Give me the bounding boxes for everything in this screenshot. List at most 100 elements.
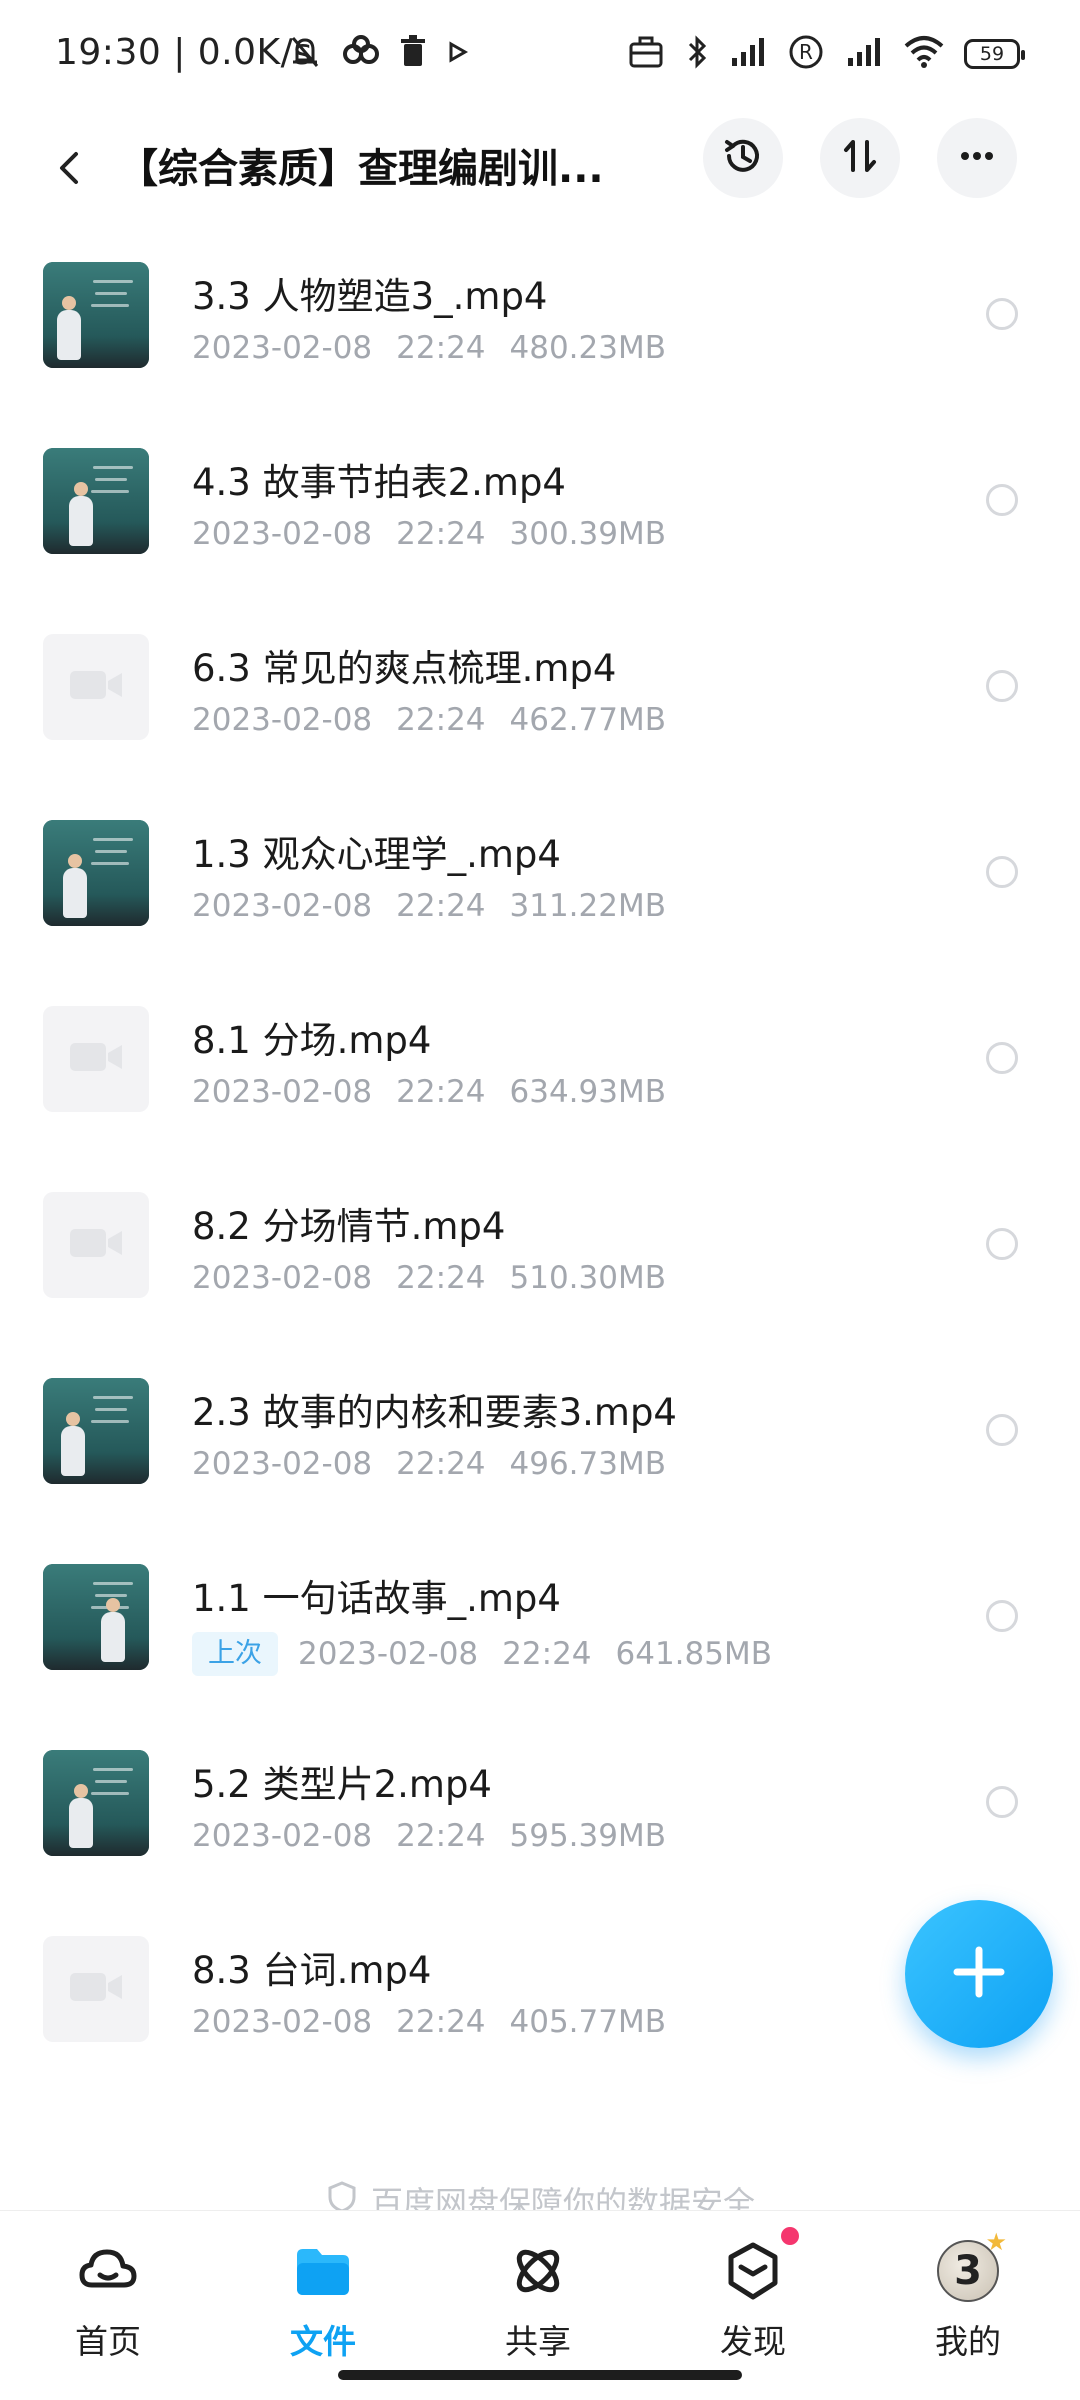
- more-icon: [955, 134, 999, 182]
- file-row[interactable]: 8.1 分场.mp4 2023-02-08 22:24 634.93MB: [0, 990, 1080, 1176]
- file-time: 22:24: [396, 516, 486, 552]
- history-icon: [719, 132, 767, 184]
- file-size: 300.39MB: [509, 516, 666, 552]
- nav-item-discover[interactable]: 发现: [673, 2227, 833, 2369]
- file-time: 22:24: [396, 2004, 486, 2040]
- file-size: 496.73MB: [509, 1446, 666, 1482]
- file-date: 2023-02-08: [192, 2004, 373, 2040]
- nav-item-me[interactable]: 3 ★ 我的: [888, 2228, 1048, 2369]
- select-radio[interactable]: [986, 1600, 1018, 1632]
- file-size: 405.77MB: [509, 2004, 666, 2040]
- video-camera-icon: [68, 1037, 124, 1081]
- history-button[interactable]: [703, 118, 783, 198]
- file-name: 8.2 分场情节.mp4: [192, 1205, 506, 1248]
- file-time: 22:24: [396, 702, 486, 738]
- file-date: 2023-02-08: [192, 1074, 373, 1110]
- more-button[interactable]: [937, 118, 1017, 198]
- file-size: 462.77MB: [509, 702, 666, 738]
- video-thumbnail: [43, 1564, 149, 1670]
- file-row[interactable]: 5.2 类型片2.mp4 2023-02-08 22:24 595.39MB: [0, 1734, 1080, 1920]
- file-size: 634.93MB: [509, 1074, 666, 1110]
- status-time: 19:30 | 0.0K/s: [55, 32, 313, 73]
- avatar: 3 ★: [937, 2228, 1007, 2302]
- video-camera-icon: [68, 665, 124, 709]
- file-time: 22:24: [396, 1074, 486, 1110]
- cube-icon: [721, 2227, 799, 2303]
- star-icon: ★: [985, 2228, 1007, 2256]
- wifi-icon: [902, 32, 946, 76]
- folder-icon: [291, 2239, 355, 2303]
- file-name: 8.1 分场.mp4: [192, 1019, 432, 1062]
- file-row[interactable]: 1.3 观众心理学_.mp4 2023-02-08 22:24 311.22MB: [0, 804, 1080, 990]
- add-button[interactable]: [905, 1900, 1053, 2048]
- file-row[interactable]: 3.3 人物塑造3_.mp4 2023-02-08 22:24 480.23MB: [0, 246, 1080, 432]
- nav-item-files[interactable]: 文件: [243, 2239, 403, 2369]
- file-size: 480.23MB: [509, 330, 666, 366]
- select-radio[interactable]: [986, 1042, 1018, 1074]
- battery-indicator: 59: [964, 39, 1025, 69]
- file-row[interactable]: 6.3 常见的爽点梳理.mp4 2023-02-08 22:24 462.77M…: [0, 618, 1080, 804]
- file-meta: 上次 2023-02-08 22:24 641.85MB: [192, 1632, 796, 1676]
- atom-icon: [506, 2239, 570, 2303]
- select-radio[interactable]: [986, 856, 1018, 888]
- page-title: 【综合素质】查理编剧训...: [118, 146, 604, 192]
- select-radio[interactable]: [986, 670, 1018, 702]
- select-radio[interactable]: [986, 1786, 1018, 1818]
- file-date: 2023-02-08: [192, 888, 373, 924]
- back-button[interactable]: [40, 140, 100, 200]
- file-date: 2023-02-08: [192, 516, 373, 552]
- bluetooth-icon: [684, 32, 710, 76]
- file-name: 6.3 常见的爽点梳理.mp4: [192, 647, 617, 690]
- home-indicator[interactable]: [338, 2370, 742, 2380]
- trash-icon: [397, 32, 429, 76]
- file-time: 22:24: [396, 1260, 486, 1296]
- file-date: 2023-02-08: [298, 1636, 479, 1672]
- file-time: 22:24: [396, 1446, 486, 1482]
- video-camera-icon: [68, 1223, 124, 1267]
- chevron-left-icon: [50, 148, 90, 192]
- file-name: 5.2 类型片2.mp4: [192, 1763, 492, 1806]
- sort-button[interactable]: [820, 118, 900, 198]
- file-meta: 2023-02-08 22:24 405.77MB: [192, 2004, 690, 2040]
- select-radio[interactable]: [986, 484, 1018, 516]
- nav-label: 文件: [290, 2322, 356, 2361]
- video-thumbnail: [43, 1192, 149, 1298]
- file-row[interactable]: 2.3 故事的内核和要素3.mp4 2023-02-08 22:24 496.7…: [0, 1362, 1080, 1548]
- nav-item-home[interactable]: 首页: [28, 2239, 188, 2369]
- nav-label: 发现: [720, 2322, 786, 2361]
- registered-icon: R: [786, 32, 826, 76]
- select-radio[interactable]: [986, 298, 1018, 330]
- file-date: 2023-02-08: [192, 1260, 373, 1296]
- file-time: 22:24: [396, 888, 486, 924]
- file-time: 22:24: [502, 1636, 592, 1672]
- file-row[interactable]: 1.1 一句话故事_.mp4 上次 2023-02-08 22:24 641.8…: [0, 1548, 1080, 1734]
- cloud-icon: [76, 2239, 140, 2303]
- file-size: 311.22MB: [509, 888, 666, 924]
- file-meta: 2023-02-08 22:24 595.39MB: [192, 1818, 690, 1854]
- file-meta: 2023-02-08 22:24 462.77MB: [192, 702, 690, 738]
- nav-item-share[interactable]: 共享: [458, 2239, 618, 2369]
- video-camera-icon: [68, 1967, 124, 2011]
- briefcase-icon: [626, 32, 666, 76]
- file-browser-screen: 19:30 | 0.0K/s R 59 【综合素质】查理编剧训... 3.3 人…: [0, 0, 1080, 2400]
- file-meta: 2023-02-08 22:24 634.93MB: [192, 1074, 690, 1110]
- file-meta: 2023-02-08 22:24 496.73MB: [192, 1446, 690, 1482]
- file-row[interactable]: 8.2 分场情节.mp4 2023-02-08 22:24 510.30MB: [0, 1176, 1080, 1362]
- file-name: 8.3 台词.mp4: [192, 1949, 432, 1992]
- plus-icon: [947, 1940, 1011, 2008]
- select-radio[interactable]: [986, 1414, 1018, 1446]
- select-radio[interactable]: [986, 1228, 1018, 1260]
- file-meta: 2023-02-08 22:24 480.23MB: [192, 330, 690, 366]
- file-date: 2023-02-08: [192, 1446, 373, 1482]
- file-row[interactable]: 4.3 故事节拍表2.mp4 2023-02-08 22:24 300.39MB: [0, 432, 1080, 618]
- baidu-cloud-icon: [339, 32, 383, 76]
- nav-label: 共享: [505, 2322, 571, 2361]
- file-date: 2023-02-08: [192, 330, 373, 366]
- sort-icon: [838, 134, 882, 182]
- video-thumbnail: [43, 1006, 149, 1112]
- nav-label: 我的: [935, 2322, 1001, 2361]
- file-date: 2023-02-08: [192, 702, 373, 738]
- notification-dot: [781, 2227, 799, 2245]
- file-list: 3.3 人物塑造3_.mp4 2023-02-08 22:24 480.23MB…: [0, 246, 1080, 2106]
- video-thumbnail: [43, 1936, 149, 2042]
